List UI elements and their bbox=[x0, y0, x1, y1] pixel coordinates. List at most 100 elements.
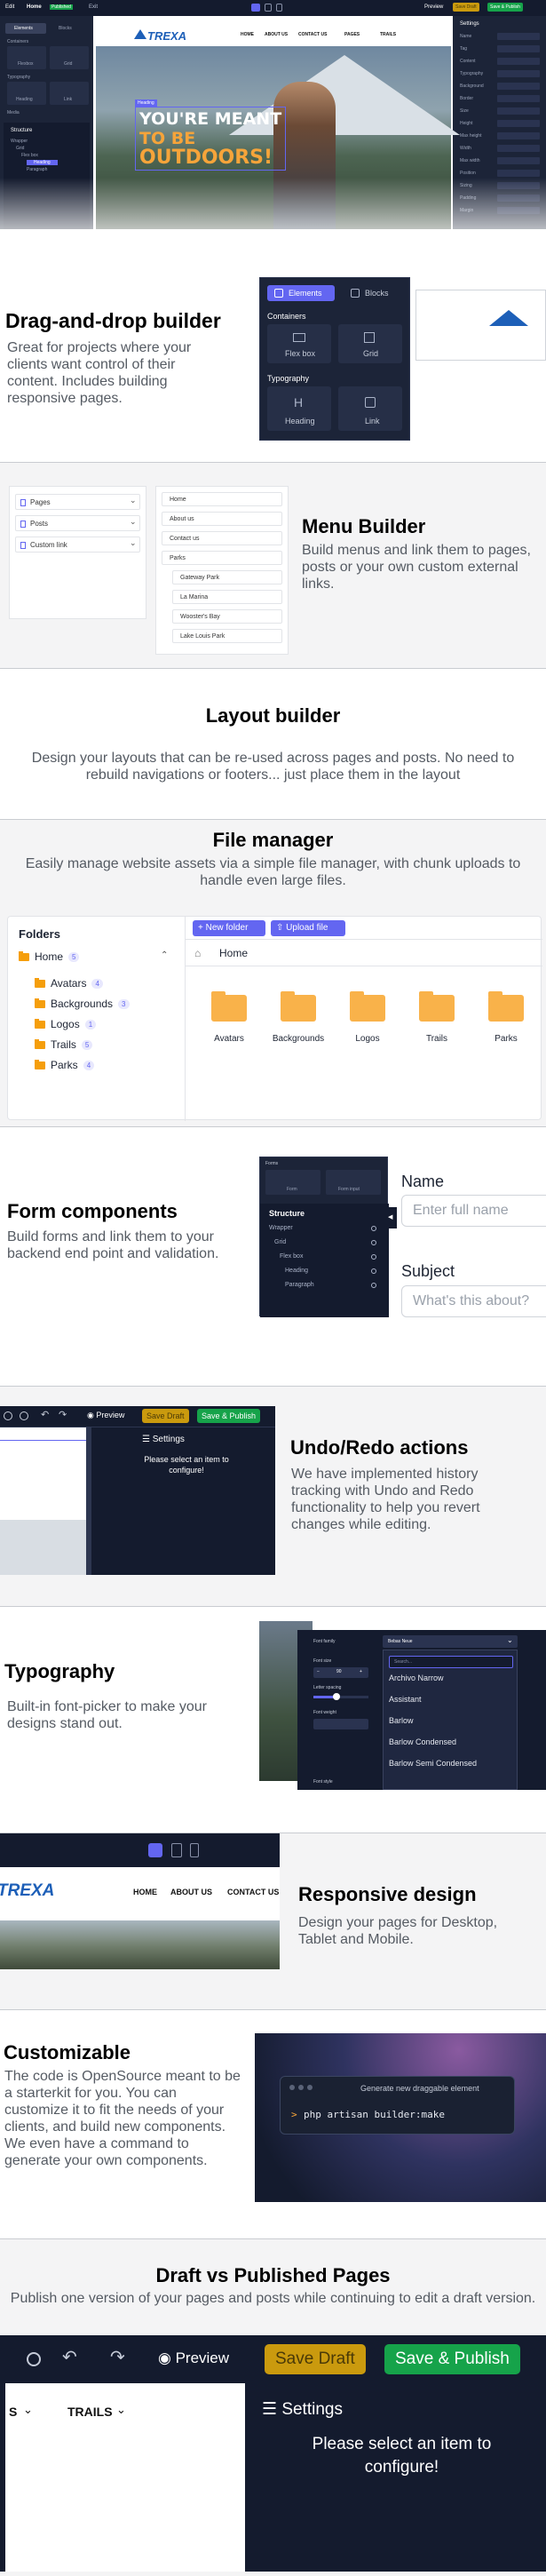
folder-tile[interactable]: Parks bbox=[473, 990, 539, 1061]
preview-button[interactable]: ◉ Preview bbox=[87, 1411, 124, 1420]
settings-field-input[interactable] bbox=[497, 58, 540, 65]
menu-source-2[interactable]: Custom link ⌄ bbox=[15, 537, 140, 553]
settings-field-input[interactable] bbox=[497, 70, 540, 77]
font-search-input[interactable]: Search... bbox=[389, 1656, 513, 1668]
name-input[interactable]: Enter full name bbox=[401, 1195, 546, 1227]
folder-tree-item[interactable]: Parks 4 bbox=[35, 1059, 95, 1071]
letter-spacing-slider[interactable] bbox=[313, 1693, 368, 1700]
menu-item[interactable]: La Marina bbox=[172, 590, 282, 604]
save-publish-button[interactable]: Save & Publish bbox=[384, 2344, 520, 2374]
site-nav-contact[interactable]: CONTACT US bbox=[298, 32, 327, 37]
chevron-up-icon[interactable]: ⌃ bbox=[161, 950, 168, 960]
responsive-nav-home[interactable]: HOME bbox=[133, 1888, 157, 1896]
folder-tile[interactable]: Avatars bbox=[196, 990, 262, 1061]
flexbox-tile[interactable]: Flexbox bbox=[7, 46, 46, 69]
form-input-tile[interactable]: Form input bbox=[326, 1170, 381, 1195]
menu-item[interactable]: Gateway Park bbox=[172, 570, 282, 584]
site-nav-pages[interactable]: PAGES bbox=[344, 32, 360, 37]
eye-icon[interactable] bbox=[371, 1283, 376, 1288]
tab-blocks[interactable]: Blocks bbox=[338, 285, 406, 301]
hero-headline[interactable]: YOU'RE MEANT TO BE OUTDOORS! bbox=[135, 107, 287, 171]
settings-field-input[interactable] bbox=[497, 83, 540, 90]
preview-link[interactable]: Preview bbox=[424, 4, 443, 10]
flexbox-tile[interactable]: Flex box bbox=[267, 324, 331, 363]
upload-button[interactable]: ⇧ Upload file bbox=[271, 920, 345, 936]
undo-icon[interactable]: ↶ bbox=[41, 1409, 49, 1420]
plus-icon[interactable]: + bbox=[360, 1669, 362, 1674]
sidebar-collapse-tab[interactable]: ◀ bbox=[388, 1207, 397, 1228]
undo-scrollbar[interactable] bbox=[86, 1427, 91, 1575]
eye-icon[interactable] bbox=[371, 1268, 376, 1274]
device-tablet-icon[interactable] bbox=[265, 4, 272, 12]
device-mobile-icon[interactable] bbox=[276, 4, 282, 12]
tab-elements[interactable]: Elements bbox=[5, 23, 46, 34]
structure-item[interactable]: Flex box bbox=[280, 1253, 303, 1260]
font-family-select[interactable]: Bebas Neue ⌄ bbox=[383, 1635, 518, 1648]
settings-field-input[interactable] bbox=[497, 132, 540, 139]
font-size-stepper[interactable]: − 90 + bbox=[313, 1667, 368, 1678]
preview-button[interactable]: ◉ Preview bbox=[158, 2349, 229, 2367]
settings-field-input[interactable] bbox=[497, 95, 540, 102]
menu-source-1[interactable]: Posts ⌄ bbox=[15, 515, 140, 531]
settings-field-input[interactable] bbox=[497, 170, 540, 177]
save-publish-button[interactable]: Save & Publish bbox=[197, 1409, 261, 1423]
structure-item[interactable]: Wrapper bbox=[11, 139, 28, 144]
site-logo[interactable]: TREXA bbox=[147, 29, 186, 43]
breadcrumb-home[interactable]: Home bbox=[219, 947, 248, 959]
settings-field-input[interactable] bbox=[497, 120, 540, 127]
responsive-nav-about[interactable]: ABOUT US bbox=[170, 1888, 212, 1896]
font-option[interactable]: Assistant bbox=[389, 1695, 513, 1704]
site-nav-about[interactable]: ABOUT US bbox=[265, 32, 288, 37]
home-folder[interactable]: Home 5 ⌃ bbox=[19, 950, 183, 963]
link-tile[interactable]: Link bbox=[50, 82, 89, 105]
folder-tree-item[interactable]: Backgrounds 3 bbox=[35, 998, 130, 1010]
tab-elements[interactable]: Elements bbox=[267, 285, 335, 301]
structure-item[interactable]: Grid bbox=[274, 1239, 286, 1245]
responsive-nav-contact[interactable]: CONTACT US bbox=[227, 1888, 279, 1896]
grid-tile[interactable]: Grid bbox=[50, 46, 89, 69]
device-desktop-icon[interactable] bbox=[148, 1843, 162, 1857]
font-weight-select[interactable] bbox=[313, 1719, 368, 1729]
site-nav-home[interactable]: HOME bbox=[241, 32, 254, 37]
settings-field-input[interactable] bbox=[497, 107, 540, 115]
redo-icon[interactable]: ↷ bbox=[110, 2346, 125, 2368]
responsive-logo[interactable]: TREXA bbox=[0, 1881, 54, 1901]
structure-item[interactable]: Grid bbox=[16, 146, 24, 151]
settings-field-input[interactable] bbox=[497, 145, 540, 152]
structure-item-selected[interactable]: Heading bbox=[27, 160, 58, 165]
menu-item[interactable]: Home bbox=[162, 492, 282, 506]
folder-tile[interactable]: Logos bbox=[335, 990, 400, 1061]
menu-item[interactable]: Wooster's Bay bbox=[172, 609, 282, 624]
redo-icon[interactable]: ↷ bbox=[59, 1409, 67, 1420]
home-icon[interactable]: ⌂ bbox=[194, 947, 201, 959]
folder-tile[interactable]: Trails bbox=[404, 990, 470, 1061]
menu-item[interactable]: Contact us bbox=[162, 531, 282, 545]
eye-icon[interactable] bbox=[371, 1254, 376, 1260]
structure-item[interactable]: Paragraph bbox=[285, 1282, 314, 1288]
save-draft-button[interactable]: Save Draft bbox=[453, 3, 479, 12]
font-option[interactable]: Barlow Semi Condensed bbox=[389, 1759, 513, 1768]
device-mobile-icon[interactable] bbox=[190, 1843, 199, 1857]
tab-blocks[interactable]: Blocks bbox=[48, 23, 89, 34]
font-option[interactable]: Barlow Condensed bbox=[389, 1737, 513, 1746]
menu-item[interactable]: Lake Louis Park bbox=[172, 629, 282, 643]
subject-input[interactable]: What's this about? bbox=[401, 1285, 546, 1317]
folder-tree-item[interactable]: Logos 1 bbox=[35, 1018, 97, 1030]
eye-icon[interactable] bbox=[371, 1240, 376, 1245]
exit-label[interactable]: Exit bbox=[89, 4, 98, 10]
form-tile[interactable]: Form bbox=[265, 1170, 320, 1195]
structure-item[interactable]: Flex box bbox=[21, 153, 38, 158]
slider-handle[interactable] bbox=[333, 1693, 340, 1700]
settings-field-input[interactable] bbox=[497, 157, 540, 164]
menu-item[interactable]: Parks bbox=[162, 551, 282, 565]
settings-icon[interactable] bbox=[20, 1411, 28, 1420]
undo-icon[interactable]: ↶ bbox=[62, 2346, 77, 2368]
structure-item[interactable]: Heading bbox=[285, 1268, 308, 1274]
target-icon[interactable] bbox=[27, 2352, 41, 2366]
settings-field-input[interactable] bbox=[497, 33, 540, 40]
device-tablet-icon[interactable] bbox=[171, 1843, 182, 1857]
eye-icon[interactable] bbox=[371, 1226, 376, 1231]
save-publish-button[interactable]: Save & Publish bbox=[487, 3, 523, 12]
menu-item[interactable]: About us bbox=[162, 512, 282, 526]
folder-tree-item[interactable]: Trails 5 bbox=[35, 1038, 93, 1051]
